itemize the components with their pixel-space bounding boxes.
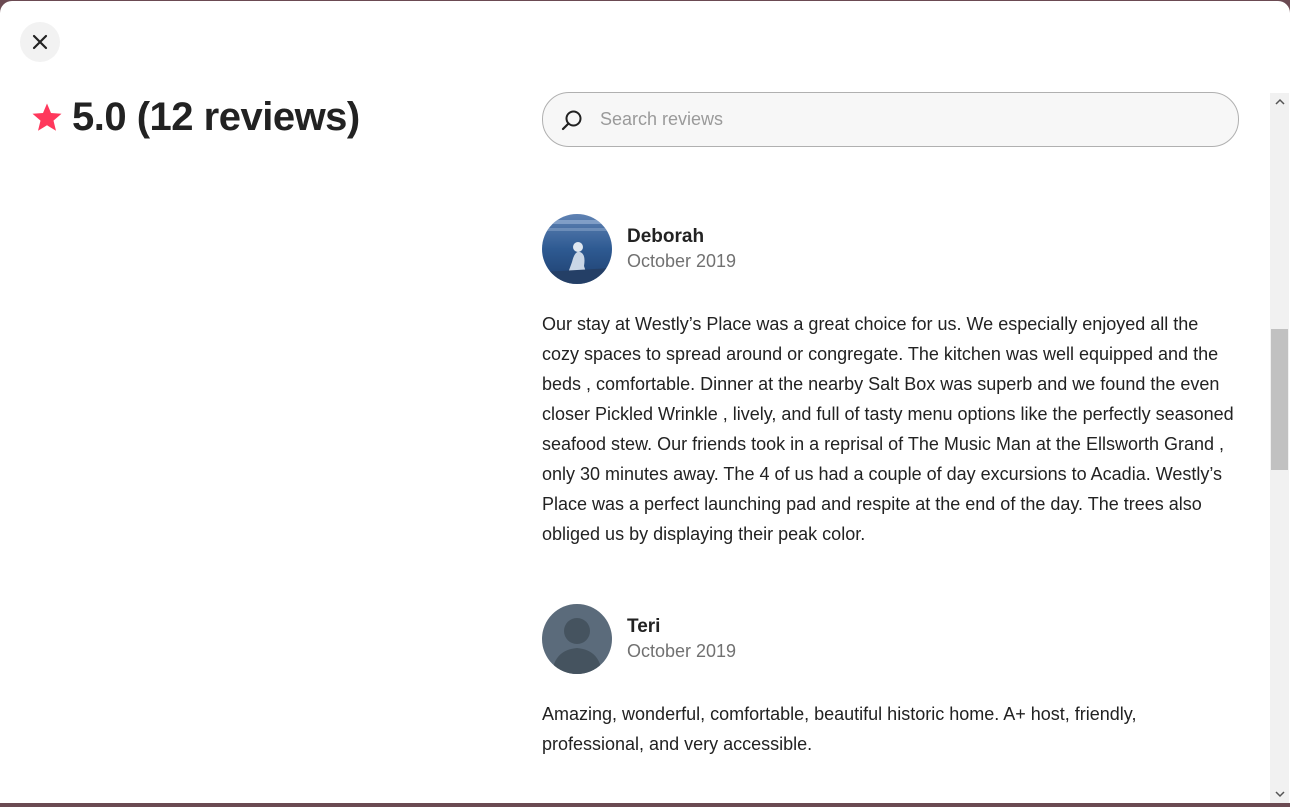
chevron-down-icon [1274,791,1285,798]
scrollbar-thumb[interactable] [1271,329,1288,470]
review-text: Our stay at Westly’s Place was a great c… [542,314,1234,544]
reviewer-name: Deborah [627,226,705,247]
avatar[interactable] [542,604,612,674]
review-header: Teri October 2019 [542,604,1238,674]
rating-text: 5.0 (12 reviews) [72,94,360,139]
search-icon [560,108,584,132]
search-input[interactable] [598,108,1202,131]
review-header: Deborah October 2019 [542,214,1238,284]
review-text: Amazing, wonderful, comfortable, beautif… [542,704,1137,754]
avatar[interactable] [542,214,612,284]
reviewer-name: Teri [627,616,661,637]
close-icon [32,34,48,50]
reviews-modal: 5.0 (12 reviews) Search reviews Deborah … [0,1,1290,803]
search-reviews-box[interactable] [542,92,1239,147]
close-button[interactable] [20,22,60,62]
scroll-up-button[interactable] [1270,93,1289,111]
rating-summary: 5.0 (12 reviews) [30,93,360,141]
chevron-up-icon [1274,98,1285,105]
review-date: October 2019 [627,641,737,661]
star-icon [30,100,64,134]
scroll-down-button[interactable] [1270,785,1289,803]
review-date: October 2019 [627,251,737,271]
review-item: Teri October 2019 Amazing, wonderful, co… [542,604,1238,759]
review-item: Deborah October 2019 Our stay at Westly’… [542,214,1238,549]
reviews-scrollbar[interactable] [1270,93,1289,803]
